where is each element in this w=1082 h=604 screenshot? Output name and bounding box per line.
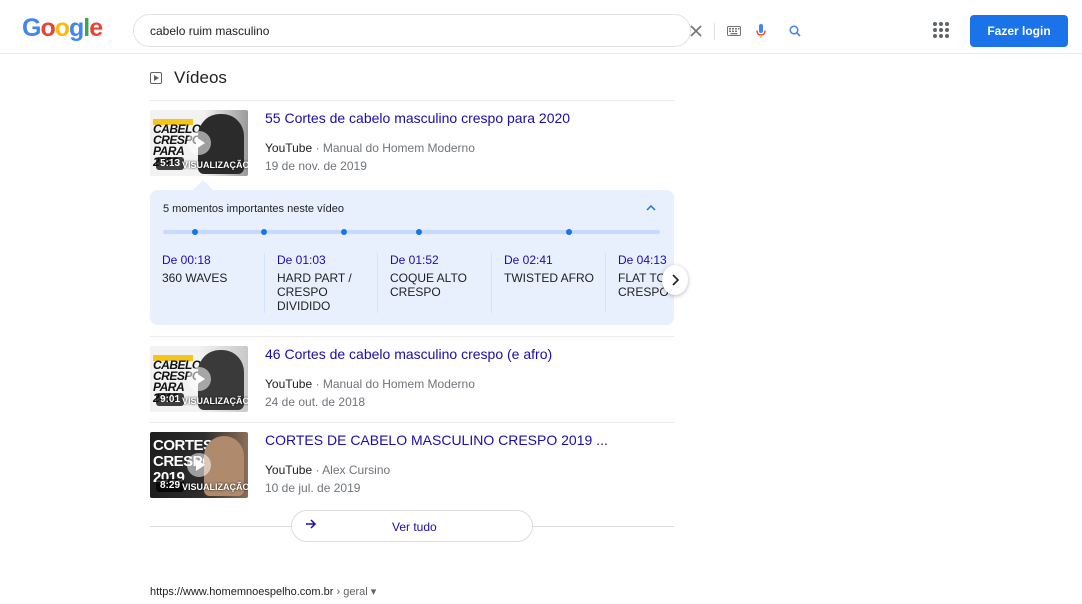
video-duration: 8:29 [156,479,185,492]
video-duration: 9:01 [156,393,185,406]
key-moment[interactable]: De 02:41 TWISTED AFRO [491,253,603,313]
video-title-link[interactable]: 46 Cortes de cabelo masculino crespo (e … [265,346,552,362]
timeline-dot[interactable] [416,229,422,235]
timeline-dot[interactable] [566,229,572,235]
key-moments-panel: 5 momentos importantes neste vídeo De 00… [150,190,674,325]
play-icon [187,367,211,391]
close-icon[interactable] [687,22,705,40]
play-icon [187,131,211,155]
microphone-icon[interactable] [752,22,770,40]
dropdown-arrow-icon[interactable]: ▾ [371,586,377,598]
moment-label: 360 WAVES [162,271,228,285]
divider [150,526,291,527]
divider [533,526,674,527]
play-icon [187,453,211,477]
chevron-up-icon[interactable] [646,202,656,214]
moment-time: De 01:03 [277,253,326,267]
video-result: CABELO CRESPO PARA 2019 9:01 VISUALIZAÇÃ… [150,346,674,416]
section-title: Vídeos [174,68,227,87]
thumbnail-badge: VISUALIZAÇÃO [182,482,248,492]
key-moment[interactable]: De 01:03 HARD PART / CRESPO DIVIDIDO [264,253,376,313]
moment-label: COQUE ALTO CRESPO [390,271,467,299]
see-all-button[interactable]: Ver tudo [291,510,533,542]
divider [150,422,674,423]
key-moments-title: 5 momentos importantes neste vídeo [163,203,344,215]
video-duration: 5:13 [156,157,185,170]
apps-grid-icon[interactable] [933,22,949,38]
divider [150,336,674,337]
video-source: YouTube · Alex Cursino [265,463,391,477]
search-divider [714,23,715,40]
video-title-link[interactable]: CORTES DE CABELO MASCULINO CRESPO 2019 .… [265,432,608,448]
timeline-dot[interactable] [192,229,198,235]
top-bar: Google Fazer login [0,0,1082,54]
moment-time: De 00:18 [162,253,211,267]
video-thumbnail[interactable]: CABELO CRESPO PARA 2020 5:13 VISUALIZAÇÃ… [150,110,248,176]
moment-label: TWISTED AFRO [504,271,594,285]
video-thumbnail[interactable]: CABELO CRESPO PARA 2019 9:01 VISUALIZAÇÃ… [150,346,248,412]
thumbnail-badge: VISUALIZAÇÃO [182,396,248,406]
video-source: YouTube · Manual do Homem Moderno [265,377,475,391]
video-source: YouTube · Manual do Homem Moderno [265,141,475,155]
play-box-icon [150,72,162,84]
key-moment[interactable]: De 04:13 FLAT TOP CRESPO [605,253,668,313]
key-moment[interactable]: De 01:52 COQUE ALTO CRESPO [377,253,489,313]
divider [150,100,674,101]
key-moment[interactable]: De 00:18 360 WAVES [162,253,274,313]
breadcrumb: › geral [336,586,368,598]
see-all-label: Ver tudo [392,520,437,534]
result-url[interactable]: https://www.homemnoespelho.com.br › gera… [150,585,376,598]
video-title-link[interactable]: 55 Cortes de cabelo masculino crespo par… [265,110,570,126]
moment-time: De 04:13 [618,253,667,267]
video-result: CORTES CRESPO 2019 8:29 VISUALIZAÇÃO COR… [150,432,674,502]
timeline-dot[interactable] [261,229,267,235]
moments-timeline[interactable] [163,229,660,235]
login-button[interactable]: Fazer login [970,15,1068,47]
search-box [133,14,801,47]
video-date: 19 de nov. de 2019 [265,159,367,173]
videos-section-header: Vídeos [150,68,227,88]
video-date: 10 de jul. de 2019 [265,481,361,495]
timeline-dot[interactable] [341,229,347,235]
video-date: 24 de out. de 2018 [265,395,366,409]
arrow-right-icon [305,517,317,533]
moment-label: FLAT TOP CRESPO [618,271,668,299]
keyboard-icon[interactable] [725,22,743,40]
search-input[interactable] [150,15,550,46]
video-result: CABELO CRESPO PARA 2020 5:13 VISUALIZAÇÃ… [150,110,674,180]
thumbnail-badge: VISUALIZAÇÃO [182,160,248,170]
moment-time: De 02:41 [504,253,553,267]
google-logo[interactable]: Google [22,14,103,43]
moment-time: De 01:52 [390,253,439,267]
moment-label: HARD PART / CRESPO DIVIDIDO [277,271,352,313]
search-icon[interactable] [786,22,804,40]
chevron-right-icon[interactable] [662,265,688,295]
video-thumbnail[interactable]: CORTES CRESPO 2019 8:29 VISUALIZAÇÃO [150,432,248,498]
